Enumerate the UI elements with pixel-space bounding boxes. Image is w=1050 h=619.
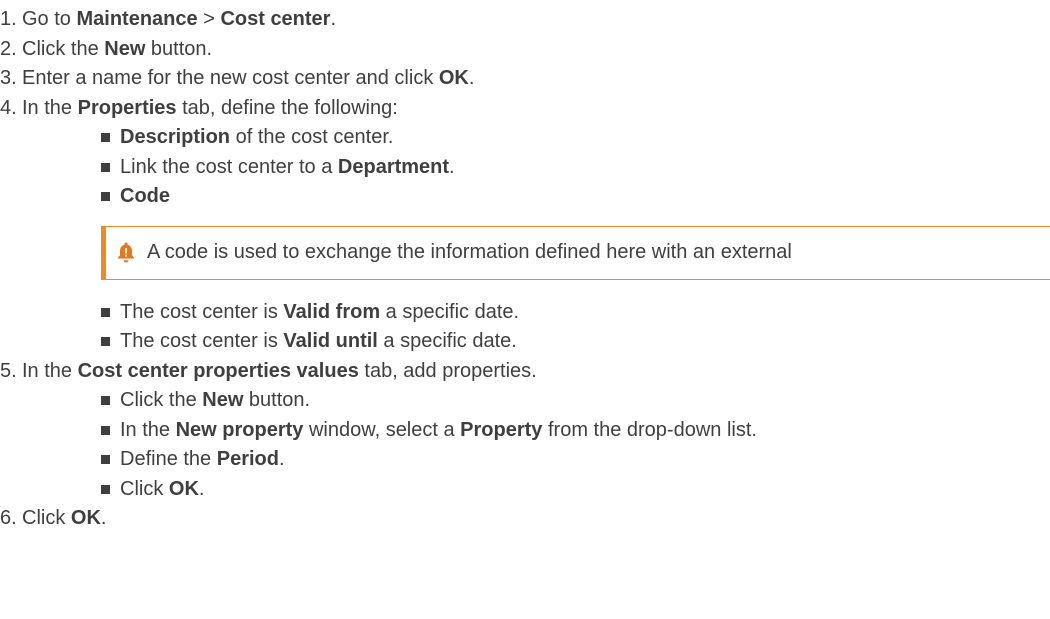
step-6: 6. Click OK.	[0, 504, 1050, 534]
square-bullet-icon	[101, 396, 110, 405]
document: 1. Go to Maintenance > Cost center. 2. Clic…	[0, 0, 1050, 619]
note-text: A code is used to exchange the informati…	[147, 240, 792, 263]
sub-item: Define the Period.	[22, 445, 1050, 475]
text-run: .	[468, 67, 475, 89]
bold-term: Valid from	[283, 300, 381, 323]
text-run: button.	[243, 389, 311, 411]
text-run: .	[330, 8, 337, 30]
sub-item-text: In the New property window, select a Pro…	[120, 419, 757, 441]
bold-term: New	[202, 389, 244, 411]
sub-item-text: The cost center is Valid from a specific…	[120, 301, 519, 323]
step-text: Click the New button.	[22, 38, 212, 60]
text-run: Click the	[120, 389, 203, 411]
sub-item-text: Click OK.	[120, 478, 204, 500]
square-bullet-icon	[101, 337, 110, 346]
bold-term: OK	[70, 507, 101, 529]
sub-item: Code	[22, 182, 1050, 212]
sub-item: In the New property window, select a Pro…	[22, 416, 1050, 446]
sub-item: The cost center is Valid until a specifi…	[22, 327, 1050, 357]
step-5: 5. In the Cost center properties values t…	[0, 357, 1050, 505]
square-bullet-icon	[101, 307, 110, 317]
text-run: In the	[120, 418, 176, 441]
text-run: Link the cost center to a	[120, 155, 338, 178]
square-bullet-icon	[101, 455, 110, 464]
bold-term: Cost center properties values	[77, 359, 359, 382]
text-run: In the	[22, 96, 78, 119]
bold-term: Code	[120, 185, 170, 207]
square-bullet-icon	[101, 425, 110, 435]
step-1: 1. Go to Maintenance > Cost center.	[0, 5, 1050, 35]
text-run: Click the	[22, 37, 105, 60]
step-text: Click OK.	[22, 507, 106, 529]
text-run: tab, add properties.	[358, 359, 537, 382]
sub-item-text: Click the New button.	[120, 389, 310, 411]
sub-item: Click OK.	[22, 475, 1050, 505]
bold-term: Description	[120, 126, 231, 148]
bold-term: Property	[460, 418, 543, 441]
step-number: 4.	[0, 96, 17, 119]
sub-item-text: Define the Period.	[120, 448, 285, 470]
sub-list: Click the New button. In the New property…	[22, 386, 1050, 504]
step-number: 1.	[0, 8, 17, 30]
text-run: a specific date.	[377, 330, 517, 352]
text-run: .	[198, 477, 205, 500]
square-bullet-icon	[101, 162, 110, 172]
text-run: window, select a	[303, 418, 461, 441]
bold-term: Properties	[77, 96, 177, 119]
text-run: of the cost center.	[230, 126, 394, 148]
square-bullet-icon	[101, 133, 110, 142]
text-run: button.	[145, 37, 213, 60]
warning-note: A code is used to exchange the informati…	[101, 225, 1050, 280]
sub-item-text: The cost center is Valid until a specifi…	[120, 330, 517, 352]
bold-term: Period	[216, 448, 279, 470]
sub-item: The cost center is Valid from a specific…	[22, 298, 1050, 328]
bell-icon	[115, 241, 137, 263]
text-run: .	[278, 448, 285, 470]
step-4: 4. In the Properties tab, define the foll…	[0, 94, 1050, 357]
bold-term: New	[104, 37, 146, 60]
text-run: >	[197, 8, 221, 30]
bold-term: OK	[438, 67, 469, 89]
text-run: .	[100, 507, 107, 529]
step-number: 5.	[0, 359, 17, 382]
step-number: 6.	[0, 507, 17, 529]
square-bullet-icon	[101, 484, 110, 494]
step-text: Go to Maintenance > Cost center.	[22, 8, 336, 30]
step-number: 3.	[0, 67, 17, 89]
step-2: 2. Click the New button.	[0, 35, 1050, 65]
text-run: Click	[22, 507, 71, 529]
step-number: 2.	[0, 37, 17, 60]
square-bullet-icon	[101, 192, 110, 201]
text-run: The cost center is	[120, 330, 284, 352]
sub-item: Description of the cost center.	[22, 123, 1050, 153]
text-run: Go to	[22, 8, 77, 30]
text-run: In the	[22, 359, 78, 382]
text-run: tab, define the following:	[176, 96, 398, 119]
text-run: .	[449, 155, 455, 178]
sub-item-text: Description of the cost center.	[120, 126, 393, 148]
steps-list: 1. Go to Maintenance > Cost center. 2. Clic…	[0, 5, 1050, 534]
text-run: The cost center is	[120, 300, 284, 323]
text-run: from the drop-down list.	[542, 418, 757, 441]
sub-list: Description of the cost center. Link the …	[22, 123, 1050, 357]
step-text: In the Cost center properties values tab…	[22, 360, 537, 382]
bold-term: Valid until	[283, 330, 378, 352]
step-text: Enter a name for the new cost center and…	[22, 67, 474, 89]
bold-term: Cost center	[220, 8, 331, 30]
sub-item-text: Code	[120, 185, 170, 207]
bold-term: New property	[175, 418, 304, 441]
sub-item: Click the New button.	[22, 386, 1050, 416]
text-run: Define the	[120, 448, 217, 470]
step-3: 3. Enter a name for the new cost center a…	[0, 64, 1050, 94]
bold-term: Department	[337, 155, 450, 178]
sub-item: Link the cost center to a Department.	[22, 153, 1050, 183]
text-run: Click	[120, 477, 169, 500]
bold-term: OK	[168, 477, 199, 500]
text-run: a specific date.	[380, 300, 520, 323]
sub-item-text: Link the cost center to a Department.	[120, 156, 455, 178]
bold-term: Maintenance	[76, 8, 198, 30]
step-text: In the Properties tab, define the follow…	[22, 97, 398, 119]
text-run: Enter a name for the new cost center and…	[22, 67, 439, 89]
